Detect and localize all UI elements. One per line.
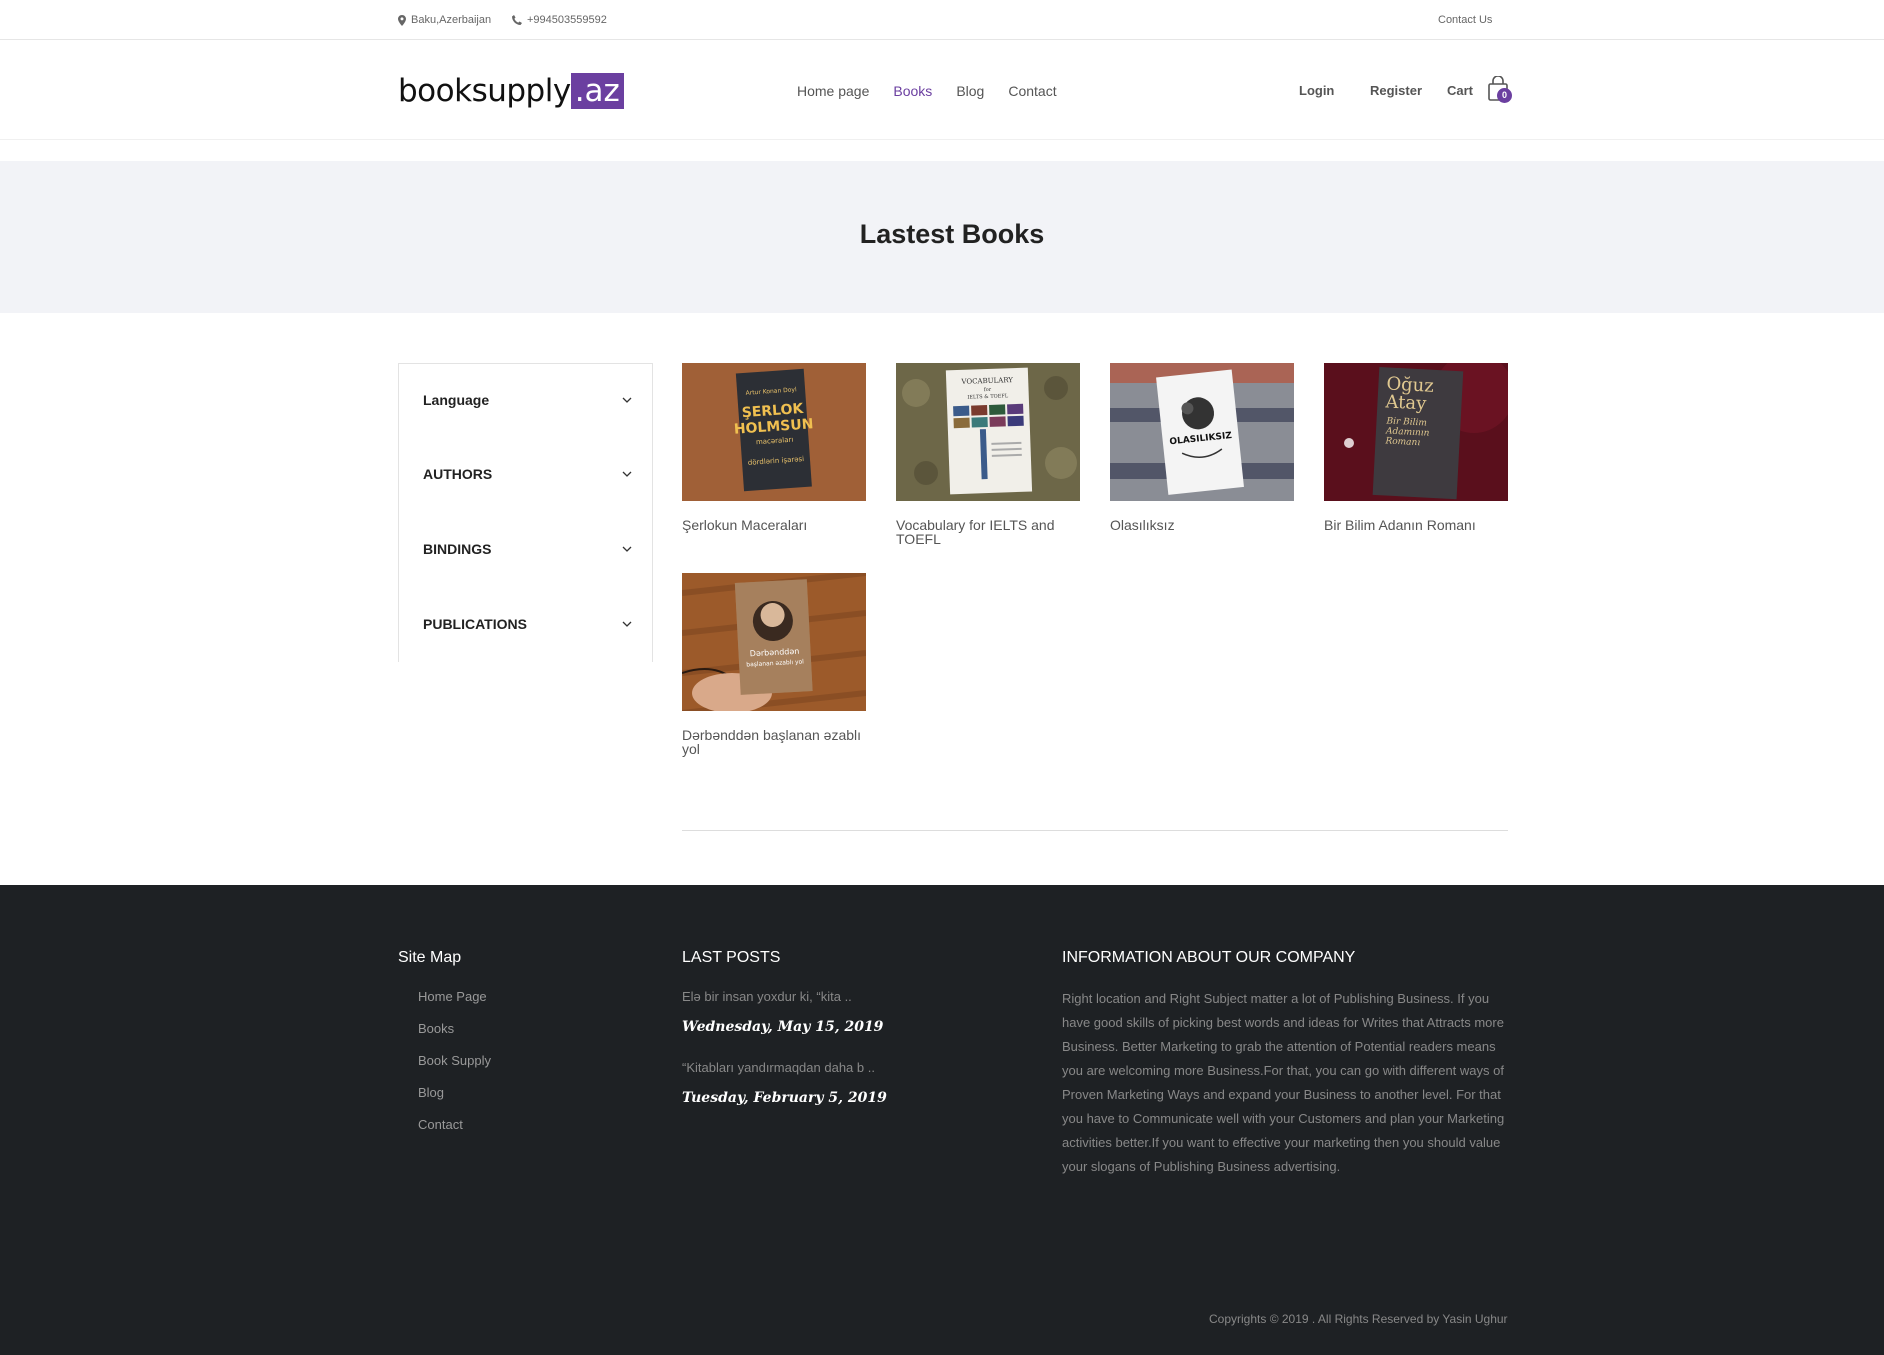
- phone-icon: [512, 15, 522, 25]
- cover-text: for: [984, 387, 992, 393]
- sitemap-books[interactable]: Books: [418, 1021, 454, 1036]
- book-cover-image: Dərbənddən başlanan əzablı yol: [682, 573, 866, 711]
- book-title[interactable]: Dərbənddən başlanan əzablı yol: [682, 728, 866, 756]
- book-card[interactable]: Dərbənddən başlanan əzablı yol Dərbənddə…: [682, 573, 866, 756]
- filter-language[interactable]: Language: [423, 392, 633, 412]
- main-nav: Home page Books Blog Contact: [797, 83, 1057, 99]
- sitemap-title: Site Map: [398, 949, 462, 966]
- register-link[interactable]: Register: [1370, 83, 1422, 98]
- sitemap-home[interactable]: Home Page: [418, 989, 487, 1004]
- sitemap-blog[interactable]: Blog: [418, 1085, 444, 1100]
- book-card[interactable]: VOCABULARY for IELTS & TOEFL Vocabulary …: [896, 363, 1080, 546]
- company-info-text: Right location and Right Subject matter …: [1062, 991, 1505, 1174]
- company-info-title: INFORMATION ABOUT OUR COMPANY: [1062, 949, 1356, 966]
- book-title[interactable]: Şerlokun Macerаları: [682, 518, 866, 532]
- book-card[interactable]: Artur Konan Doyl ŞERLOK HOLMSUN macərala…: [682, 363, 866, 532]
- post-date: Tuesday, February 5, 2019: [682, 1090, 887, 1106]
- cart-count-badge: 0: [1497, 88, 1512, 103]
- location-text: Baku,Azerbaijan: [411, 14, 492, 26]
- post-excerpt[interactable]: Elə bir insan yoxdur ki, “kita ..: [682, 989, 852, 1004]
- book-card[interactable]: Oğuz Atay Bir Bilim Adamının Romanı Bir …: [1324, 363, 1508, 532]
- filter-label: PUBLICATIONS: [423, 616, 527, 632]
- logo-main: booksupply: [398, 73, 571, 109]
- book-title[interactable]: Olasılıksız: [1110, 518, 1294, 532]
- nav-blog[interactable]: Blog: [956, 83, 984, 99]
- site-footer: Site Map Home Page Books Book Supply Blo…: [0, 885, 1884, 1355]
- chevron-down-icon: [622, 621, 632, 627]
- site-logo[interactable]: booksupply .az: [398, 73, 624, 109]
- site-header: booksupply .az Home page Books Blog Conta…: [0, 40, 1884, 140]
- cover-text: Romanı: [1384, 436, 1420, 448]
- page-title: Lastest Books: [859, 219, 1045, 249]
- chevron-down-icon: [622, 397, 632, 403]
- sitemap-contact[interactable]: Contact: [418, 1117, 463, 1132]
- page-banner: Lastest Books: [0, 161, 1884, 313]
- book-cover[interactable]: OLASILIKSIZ: [1110, 363, 1294, 501]
- map-pin-icon: [398, 14, 406, 26]
- post-date: Wednesday, May 15, 2019: [682, 1019, 884, 1035]
- filter-sidebar: Language AUTHORS BINDINGS PUBLICATIONS: [398, 363, 653, 662]
- copyright-text: Copyrights © 2019 . All Rights Reserved …: [1209, 1312, 1508, 1326]
- book-cover[interactable]: Oğuz Atay Bir Bilim Adamının Romanı: [1324, 363, 1508, 501]
- book-card[interactable]: OLASILIKSIZ Olasılıksız: [1110, 363, 1294, 532]
- book-cover-image: Artur Konan Doyl ŞERLOK HOLMSUN macərala…: [682, 363, 866, 501]
- last-posts-title: LAST POSTS: [682, 949, 781, 966]
- sitemap-book-supply[interactable]: Book Supply: [418, 1053, 491, 1068]
- cart-link[interactable]: Cart: [1447, 83, 1473, 98]
- book-cover-image: VOCABULARY for IELTS & TOEFL: [896, 363, 1080, 501]
- filter-label: BINDINGS: [423, 541, 492, 557]
- chevron-down-icon: [622, 471, 632, 477]
- cover-text: Atay: [1384, 391, 1428, 414]
- nav-contact[interactable]: Contact: [1008, 83, 1056, 99]
- post-excerpt[interactable]: “Kitabları yandırmaqdan daha b ..: [682, 1060, 875, 1075]
- book-title[interactable]: Bir Bilim Adanın Romanı: [1324, 518, 1508, 532]
- book-cover[interactable]: Artur Konan Doyl ŞERLOK HOLMSUN macərala…: [682, 363, 866, 501]
- content-divider: [682, 830, 1508, 831]
- filter-bindings[interactable]: BINDINGS: [423, 541, 633, 561]
- book-cover[interactable]: Dərbənddən başlanan əzablı yol: [682, 573, 866, 711]
- book-cover-image: OLASILIKSIZ: [1110, 363, 1294, 501]
- nav-home[interactable]: Home page: [797, 83, 869, 99]
- phone-info: +994503559592: [512, 14, 607, 26]
- top-bar: Baku,Azerbaijan +994503559592 Contact Us: [0, 0, 1884, 40]
- chevron-down-icon: [622, 546, 632, 552]
- book-title[interactable]: Vocabulary for IELTS and TOEFL: [896, 518, 1080, 546]
- filter-authors[interactable]: AUTHORS: [423, 466, 633, 486]
- logo-ext: .az: [570, 73, 624, 109]
- book-cover-image: Oğuz Atay Bir Bilim Adamının Romanı: [1324, 363, 1508, 501]
- location-info: Baku,Azerbaijan: [398, 14, 491, 26]
- nav-books[interactable]: Books: [893, 83, 932, 99]
- filter-label: AUTHORS: [423, 466, 493, 482]
- phone-text: +994503559592: [527, 14, 607, 26]
- filter-publications[interactable]: PUBLICATIONS: [423, 616, 633, 636]
- book-cover[interactable]: VOCABULARY for IELTS & TOEFL: [896, 363, 1080, 501]
- login-link[interactable]: Login: [1299, 83, 1334, 98]
- contact-us-link[interactable]: Contact Us: [1438, 14, 1492, 26]
- filter-label: Language: [423, 392, 490, 408]
